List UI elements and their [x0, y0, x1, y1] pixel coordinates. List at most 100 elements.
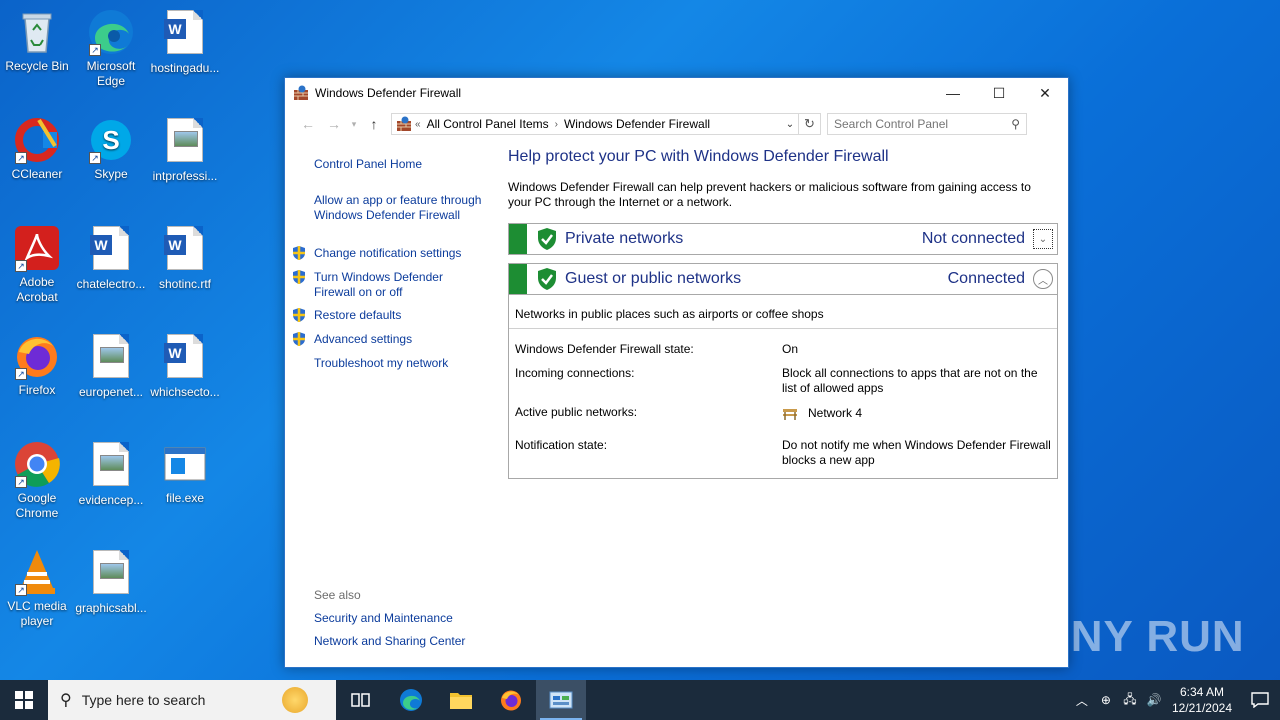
- desktop-icon-label: graphicsabl...: [75, 601, 147, 615]
- allow-app-link[interactable]: Allow an app or feature through Windows …: [314, 193, 484, 223]
- firewall-window: Windows Defender Firewall — ☐ ✕ ← → ▾ ↑ …: [284, 77, 1069, 668]
- page-description: Windows Defender Firewall can help preve…: [508, 180, 1031, 209]
- microsoft-edge-icon: ↗: [87, 8, 135, 56]
- network-icon[interactable]: 🖧: [1118, 690, 1142, 711]
- desktop-icon-firefox[interactable]: ↗ Firefox: [0, 332, 74, 398]
- public-networks-header[interactable]: Guest or public networks Connected ︿: [508, 263, 1058, 295]
- refresh-button[interactable]: ↻: [798, 113, 820, 135]
- desktop-icon-whichsecto[interactable]: W whichsecto...: [148, 332, 222, 400]
- detail-value: Block all connections to apps that are n…: [782, 366, 1038, 395]
- close-button[interactable]: ✕: [1022, 78, 1068, 108]
- address-bar[interactable]: « All Control Panel Items › Windows Defe…: [391, 113, 821, 135]
- search-input[interactable]: [834, 117, 1012, 131]
- forward-arrow-icon: →: [327, 116, 341, 132]
- image-file-icon: [161, 118, 209, 166]
- expand-button[interactable]: ⌄: [1033, 229, 1053, 249]
- close-icon: ✕: [1039, 84, 1051, 101]
- taskbar-file-explorer[interactable]: [436, 680, 486, 720]
- detail-value: On: [782, 342, 799, 356]
- minimize-icon: —: [946, 85, 960, 101]
- private-networks-header[interactable]: Private networks Not connected ⌄: [508, 223, 1058, 255]
- recent-locations-button[interactable]: ▾: [347, 113, 361, 135]
- start-button[interactable]: [0, 680, 48, 720]
- taskbar-search-box[interactable]: ⚲ Type here to search: [48, 680, 336, 720]
- desktop-icon-label: evidencep...: [78, 493, 144, 507]
- desktop-icon-skype[interactable]: S ↗ Skype: [74, 116, 148, 182]
- recycle-bin-icon: [13, 8, 61, 56]
- green-shield-check-icon: [538, 228, 556, 250]
- detail-label: Incoming connections:: [515, 366, 635, 380]
- minimize-button[interactable]: —: [930, 78, 976, 108]
- desktop-icon-shotinc[interactable]: W shotinc.rtf: [148, 224, 222, 292]
- uac-shield-icon: [293, 308, 305, 322]
- up-button[interactable]: ↑: [361, 113, 387, 135]
- adobe-acrobat-icon: ↗: [13, 224, 61, 272]
- shortcut-arrow-icon: ↗: [89, 152, 101, 164]
- page-title: Help protect your PC with Windows Defend…: [508, 148, 889, 165]
- search-box[interactable]: ⚲: [827, 113, 1027, 135]
- notification-icon: [1251, 692, 1269, 708]
- taskbar-control-panel[interactable]: [536, 680, 586, 720]
- desktop-icon-evidencep[interactable]: evidencep...: [74, 440, 148, 508]
- forward-button[interactable]: →: [321, 113, 347, 135]
- word-document-icon: W: [161, 226, 209, 274]
- desktop-icon-adobe-acrobat[interactable]: ↗ Adobe Acrobat: [0, 224, 74, 305]
- back-button[interactable]: ←: [295, 113, 321, 135]
- breadcrumb-all-control-panel-items[interactable]: All Control Panel Items: [421, 117, 555, 131]
- chevron-up-icon: ︿: [1038, 275, 1048, 287]
- control-panel-home-link[interactable]: Control Panel Home: [314, 157, 422, 172]
- desktop-icon-label: Skype: [94, 167, 128, 181]
- turn-firewall-on-off-link[interactable]: Turn Windows Defender Firewall on or off: [314, 270, 464, 300]
- restore-defaults-link[interactable]: Restore defaults: [314, 308, 401, 323]
- maximize-button[interactable]: ☐: [976, 78, 1022, 108]
- address-row: ← → ▾ ↑ « All Control Panel Items › Wind…: [285, 108, 1068, 140]
- detail-label: Notification state:: [515, 438, 608, 452]
- desktop-icon-label: shotinc.rtf: [158, 277, 212, 291]
- task-view-button[interactable]: [336, 680, 386, 720]
- public-network-bench-icon: [783, 408, 797, 420]
- desktop-icon-chatelectro[interactable]: W chatelectro...: [74, 224, 148, 292]
- system-tray: ︿ ⊕ 🖧 🔊 6:34 AM 12/21/2024: [1070, 680, 1280, 720]
- taskbar-edge[interactable]: [386, 680, 436, 720]
- meet-now-icon[interactable]: ⊕: [1094, 693, 1118, 707]
- task-view-icon: [351, 693, 370, 707]
- refresh-icon: ↻: [804, 116, 815, 131]
- desktop-icon-microsoft-edge[interactable]: ↗ Microsoft Edge: [74, 8, 148, 89]
- uac-shield-icon: [293, 332, 305, 346]
- advanced-settings-link[interactable]: Advanced settings: [314, 332, 412, 347]
- security-maintenance-link[interactable]: Security and Maintenance: [314, 611, 453, 626]
- desktop-icon-graphicsabl[interactable]: graphicsabl...: [74, 548, 148, 616]
- desktop-icon-label: Adobe Acrobat: [16, 275, 58, 304]
- troubleshoot-network-link[interactable]: Troubleshoot my network: [314, 356, 448, 371]
- change-notification-settings-link[interactable]: Change notification settings: [314, 246, 461, 261]
- public-networks-status: Connected: [947, 270, 1025, 287]
- desktop-icon-hostingadu[interactable]: W hostingadu...: [148, 8, 222, 76]
- taskbar-firefox[interactable]: [486, 680, 536, 720]
- desktop-icon-vlc[interactable]: ↗ VLC media player: [0, 548, 74, 629]
- desktop-icon-recycle-bin[interactable]: Recycle Bin: [0, 8, 74, 74]
- desktop-icon-intprofessi[interactable]: intprofessi...: [148, 116, 222, 184]
- desktop-icon-europenet[interactable]: europenet...: [74, 332, 148, 400]
- address-dropdown-icon[interactable]: ⌄: [782, 119, 798, 130]
- show-hidden-icons-chevron-icon[interactable]: ︿: [1070, 692, 1094, 709]
- shortcut-arrow-icon: ↗: [15, 584, 27, 596]
- image-file-icon: [87, 334, 135, 382]
- public-networks-subtitle: Networks in public places such as airpor…: [515, 307, 824, 321]
- network-sharing-center-link[interactable]: Network and Sharing Center: [314, 634, 465, 649]
- volume-icon[interactable]: 🔊: [1142, 693, 1166, 707]
- desktop-icon-label: CCleaner: [11, 167, 63, 181]
- desktop-icon-file-exe[interactable]: file.exe: [148, 440, 222, 506]
- firewall-app-icon: [294, 85, 308, 100]
- vlc-icon: ↗: [13, 548, 61, 596]
- collapse-button[interactable]: ︿: [1033, 269, 1053, 289]
- action-center-button[interactable]: [1240, 680, 1280, 720]
- breadcrumb-windows-defender-firewall[interactable]: Windows Defender Firewall: [558, 117, 716, 131]
- desktop-icon-ccleaner[interactable]: ↗ CCleaner: [0, 116, 74, 182]
- search-highlight-icon: [282, 687, 308, 713]
- title-bar[interactable]: Windows Defender Firewall — ☐ ✕: [285, 78, 1068, 108]
- clock[interactable]: 6:34 AM 12/21/2024: [1166, 684, 1240, 716]
- ccleaner-icon: ↗: [13, 116, 61, 164]
- back-arrow-icon: ←: [301, 116, 315, 132]
- word-document-icon: W: [161, 334, 209, 382]
- desktop-icon-google-chrome[interactable]: ↗ Google Chrome: [0, 440, 74, 521]
